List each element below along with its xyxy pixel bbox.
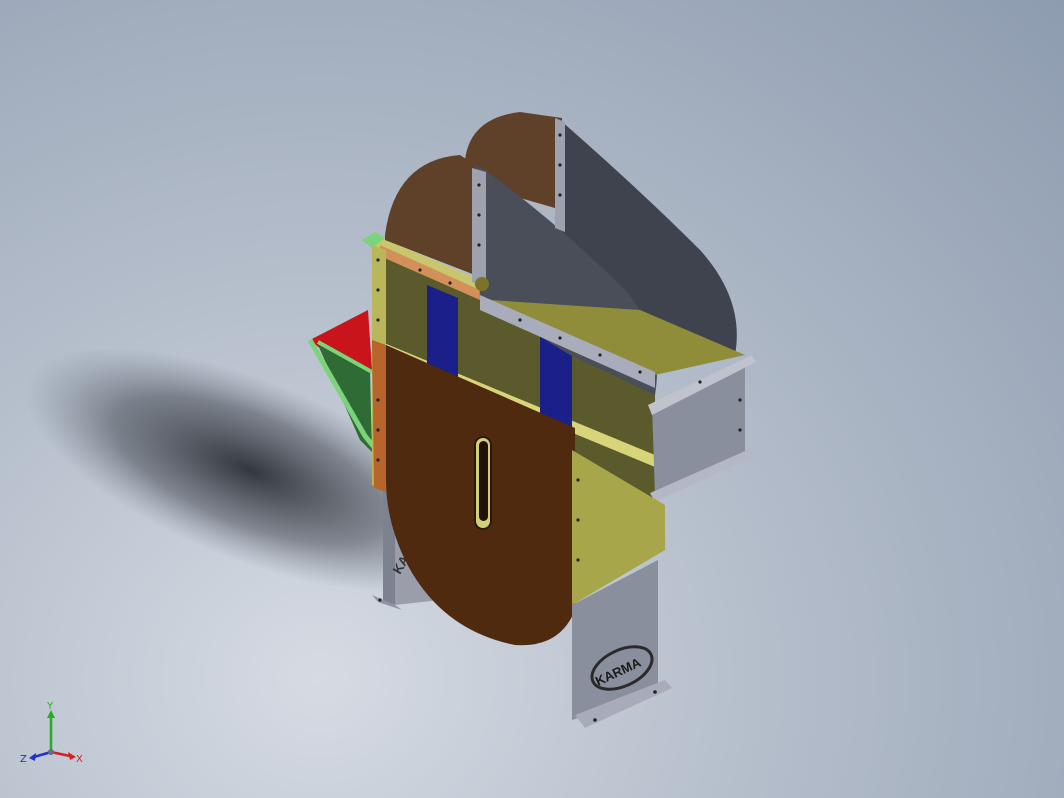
- orientation-triad[interactable]: Y X Z: [18, 700, 88, 770]
- slot-inner: [479, 441, 488, 521]
- z-axis-label: Z: [20, 754, 27, 765]
- left-edge-strip: [372, 340, 386, 492]
- z-axis-arrow: [29, 753, 36, 761]
- x-axis-label: X: [76, 754, 83, 765]
- y-axis-label: Y: [46, 701, 54, 712]
- pivot-boss: [475, 277, 489, 291]
- cad-model[interactable]: KA KARMA: [0, 0, 1064, 798]
- graphics-viewport[interactable]: KA KARMA Y X Z: [0, 0, 1064, 798]
- triad-origin: [48, 749, 54, 755]
- x-axis-arrow: [68, 752, 76, 760]
